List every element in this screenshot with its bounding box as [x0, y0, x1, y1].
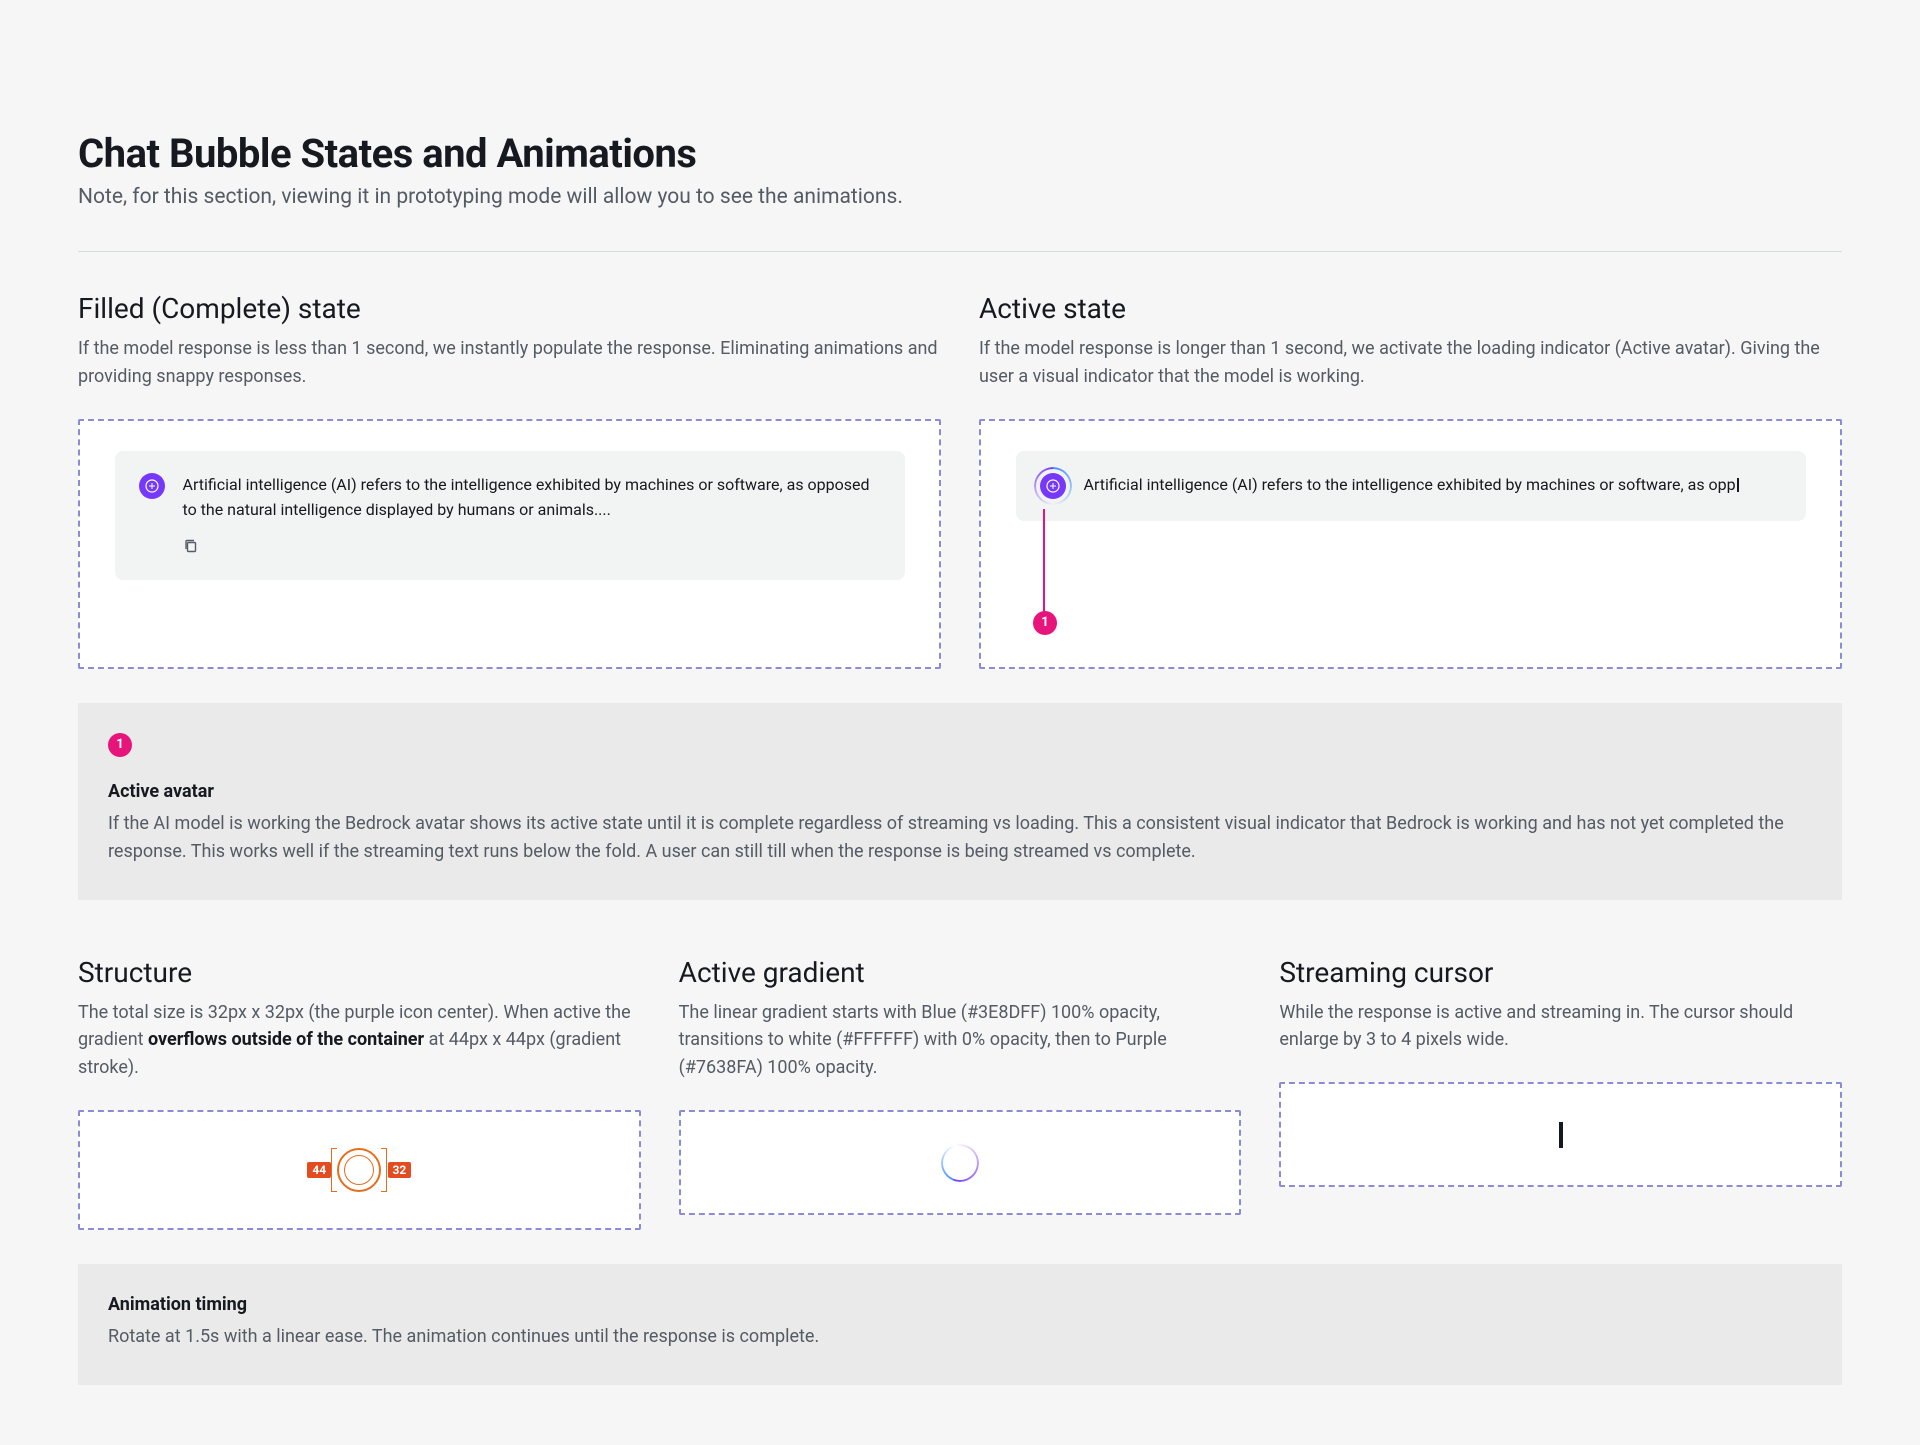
divider — [78, 251, 1842, 252]
active-spec-frame: Artificial intelligence (AI) refers to t… — [979, 419, 1842, 669]
structure-ring-icon — [337, 1148, 381, 1192]
bracket-right — [381, 1148, 387, 1192]
copy-icon[interactable] — [183, 538, 199, 554]
panel-badge: 1 — [108, 733, 132, 757]
chat-bubble-active: Artificial intelligence (AI) refers to t… — [1016, 451, 1806, 521]
gradient-title: Active gradient — [679, 956, 1242, 989]
page-title: Chat Bubble States and Animations — [78, 130, 1842, 177]
structure-diagram: 44 32 — [309, 1142, 409, 1198]
callout-badge: 1 — [1033, 611, 1057, 635]
active-state-title: Active state — [979, 292, 1842, 325]
active-message-text: Artificial intelligence (AI) refers to t… — [1084, 473, 1782, 498]
cursor-title: Streaming cursor — [1279, 956, 1842, 989]
streaming-cursor-icon — [1737, 478, 1739, 492]
gradient-desc: The linear gradient starts with Blue (#3… — [679, 999, 1242, 1083]
structure-desc-bold: overflows outside of the container — [148, 1029, 424, 1050]
filled-message-text: Artificial intelligence (AI) refers to t… — [183, 473, 881, 523]
structure-desc: The total size is 32px x 32px (the purpl… — [78, 999, 641, 1083]
avatar-active-icon — [1040, 473, 1066, 499]
timing-title: Animation timing — [108, 1294, 1812, 1315]
timing-body: Rotate at 1.5s with a linear ease. The a… — [108, 1323, 1798, 1351]
structure-spec-frame: 44 32 — [78, 1110, 641, 1230]
cursor-spec-frame — [1279, 1082, 1842, 1187]
page-subtitle: Note, for this section, viewing it in pr… — [78, 185, 1842, 209]
active-message-text-span: Artificial intelligence (AI) refers to t… — [1084, 475, 1736, 494]
active-avatar-panel: 1 Active avatar If the AI model is worki… — [78, 703, 1842, 900]
active-state-desc: If the model response is longer than 1 s… — [979, 335, 1842, 391]
timing-panel: Animation timing Rotate at 1.5s with a l… — [78, 1264, 1842, 1385]
cursor-desc: While the response is active and streami… — [1279, 999, 1842, 1055]
dim-inner-label: 32 — [388, 1162, 412, 1178]
filled-spec-frame: Artificial intelligence (AI) refers to t… — [78, 419, 941, 669]
avatar-icon — [139, 473, 165, 499]
gradient-ring-icon — [941, 1144, 979, 1182]
panel-title: Active avatar — [108, 781, 1812, 802]
chat-bubble-filled: Artificial intelligence (AI) refers to t… — [115, 451, 905, 581]
panel-body: If the AI model is working the Bedrock a… — [108, 810, 1798, 866]
structure-title: Structure — [78, 956, 641, 989]
dim-outer-label: 44 — [307, 1162, 331, 1178]
cursor-demo-icon — [1559, 1122, 1563, 1148]
filled-state-title: Filled (Complete) state — [78, 292, 941, 325]
callout-line — [1043, 509, 1045, 613]
filled-state-desc: If the model response is less than 1 sec… — [78, 335, 941, 391]
gradient-spec-frame — [679, 1110, 1242, 1215]
